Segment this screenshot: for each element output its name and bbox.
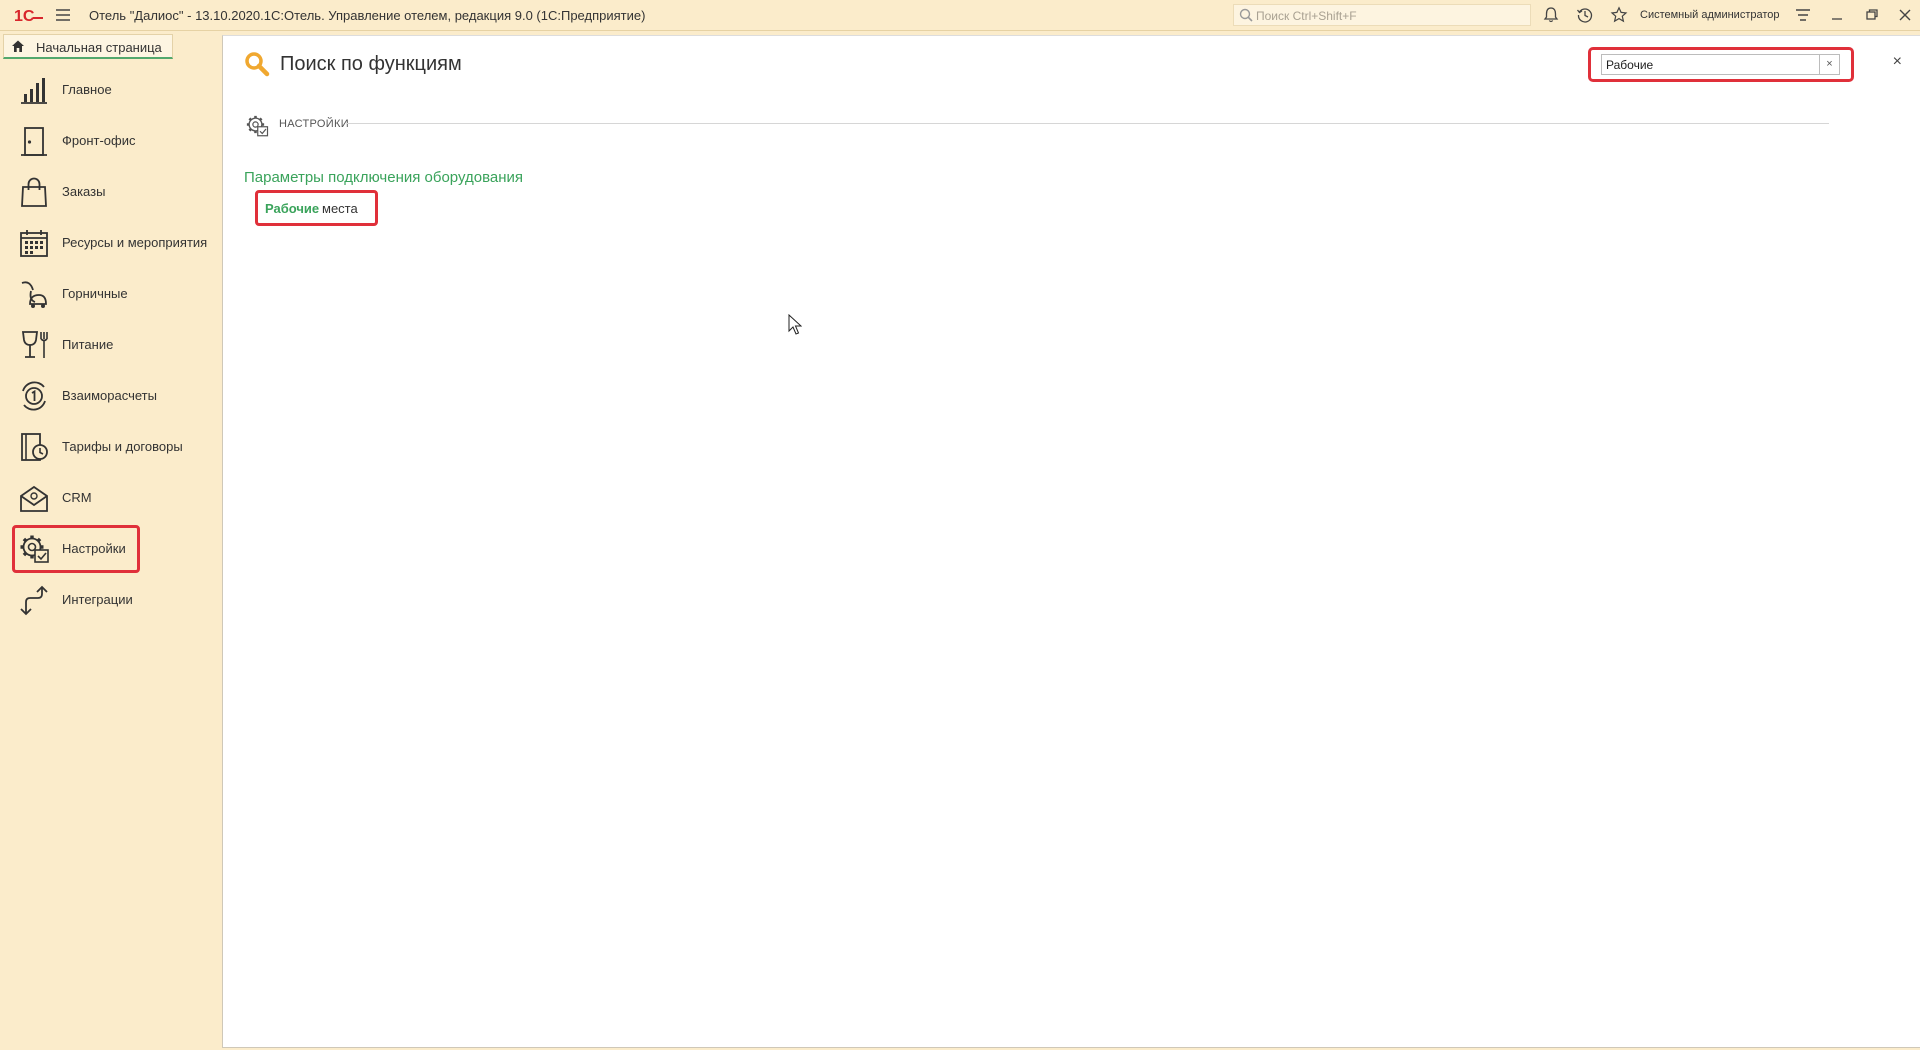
sidebar-item-settlements[interactable]: Взаиморасчеты [12,372,220,420]
sidebar-item-label: Заказы [62,184,106,199]
sidebar-item-tariffs[interactable]: Тарифы и договоры [12,423,220,471]
sidebar-item-label: Ресурсы и мероприятия [62,235,208,250]
section-header: НАСТРОЙКИ [279,118,349,130]
page-title: Поиск по функциям [280,53,462,75]
sidebar-item-crm[interactable]: CRM [12,474,220,522]
result-rest-text: места [322,201,358,216]
sidebar-item-label: Горничные [62,286,128,301]
sidebar-item-housekeeping[interactable]: Горничные [12,270,220,318]
sidebar-item-resources[interactable]: Ресурсы и мероприятия [12,219,220,267]
shopping-bag-icon [21,177,47,207]
sidebar-item-label: Взаиморасчеты [62,388,157,403]
calendar-icon [20,230,48,257]
hamburger-menu-icon[interactable] [55,7,71,23]
integration-arrows-icon [20,585,48,616]
mouse-cursor-icon [788,314,802,335]
sidebar-item-main[interactable]: Главное [12,66,220,114]
home-icon [12,40,24,52]
result-match-text: Рабочие [265,201,320,216]
sidebar-item-label: Интеграции [62,592,133,607]
bar-chart-icon [21,78,47,104]
sidebar-item-front-office[interactable]: Фронт-офис [12,117,220,165]
vacuum-cleaner-icon [21,281,47,308]
function-search-input[interactable] [1601,54,1819,75]
search-icon [245,52,270,77]
sidebar-item-food[interactable]: Питание [12,321,220,369]
1c-logo-icon: 1C [14,8,43,24]
section-divider [347,123,1829,124]
close-panel-button[interactable]: × [1893,53,1902,71]
function-search-panel: Поиск по функциям × × НАСТРОЙКИ Параметр… [222,35,1920,1048]
search-result-link[interactable]: Рабочие места [255,190,378,226]
door-icon [21,127,47,156]
sidebar-item-label: CRM [62,490,92,505]
close-window-icon[interactable] [1896,6,1914,24]
sidebar-item-label: Фронт-офис [62,133,136,148]
glass-and-fork-icon [21,331,48,358]
search-icon [1239,8,1253,22]
function-search-box: × [1588,47,1854,82]
svg-text:1C: 1C [14,8,35,24]
home-page-tab[interactable]: Начальная страница [3,34,173,59]
minimize-icon[interactable] [1828,6,1846,24]
document-clock-icon [21,433,48,461]
window-title: Отель "Далиос" - 13.10.2020.1С:Отель. Уп… [89,8,646,23]
mail-at-icon [20,485,48,512]
title-bar: 1C Отель "Далиос" - 13.10.2020.1С:Отель.… [0,0,1920,31]
clear-search-button[interactable]: × [1819,54,1840,75]
star-icon[interactable] [1610,6,1628,24]
history-icon[interactable] [1576,6,1594,24]
bell-icon[interactable] [1542,6,1560,24]
sidebar-item-label: Тарифы и договоры [62,439,183,454]
result-group-title: Параметры подключения оборудования [244,169,524,186]
settings-gear-icon [246,115,269,137]
sidebar-item-label: Главное [62,82,112,97]
sidebar-item-orders[interactable]: Заказы [12,168,220,216]
sidebar-item-integrations[interactable]: Интеграции [12,576,220,624]
restore-icon[interactable] [1863,6,1881,24]
global-search-placeholder: Поиск Ctrl+Shift+F [1256,9,1357,23]
coin-cycle-icon [22,381,46,411]
user-name[interactable]: Системный администратор [1640,9,1780,21]
settings-menu-icon[interactable] [1794,6,1812,24]
settings-gear-icon [20,535,49,563]
sidebar-item-label: Настройки [62,541,126,556]
sidebar-item-label: Питание [62,337,114,352]
global-search-input[interactable]: Поиск Ctrl+Shift+F [1233,4,1531,26]
home-page-tab-label: Начальная страница [36,40,162,55]
sidebar-item-settings[interactable]: Настройки [12,525,140,573]
